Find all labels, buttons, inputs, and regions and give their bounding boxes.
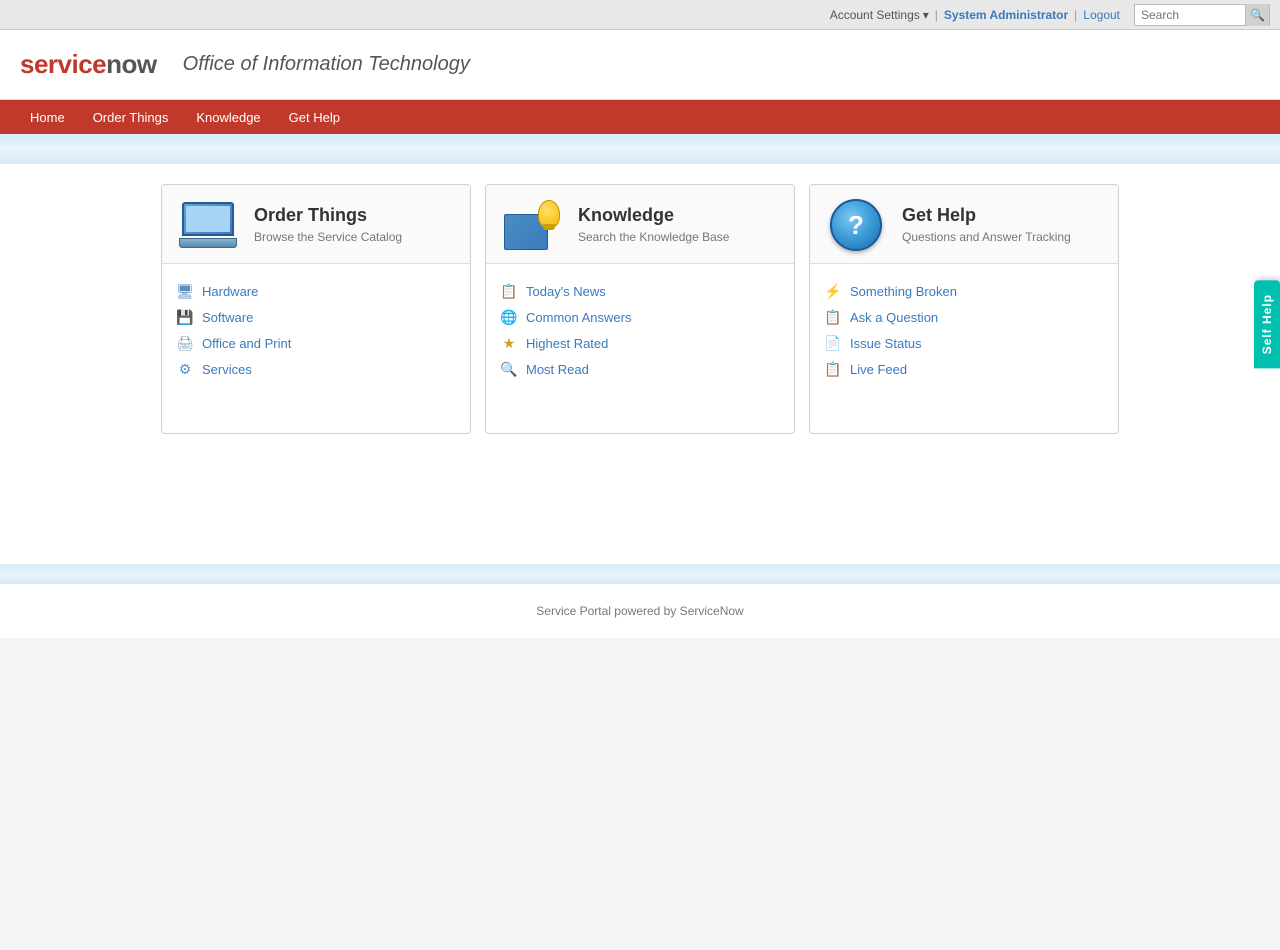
order-things-header: Order Things Browse the Service Catalog (162, 185, 470, 264)
get-help-links: ⚡ Something Broken 📋 Ask a Question 📄 Is… (810, 264, 1118, 396)
ask-icon: 📋 (824, 309, 842, 325)
most-read-label: Most Read (526, 362, 589, 377)
get-help-card: ? Get Help Questions and Answer Tracking… (809, 184, 1119, 434)
top-bar: Account Settings ▾ | System Administrato… (0, 0, 1280, 30)
knowledge-icon (500, 199, 564, 251)
common-answers-label: Common Answers (526, 310, 631, 325)
order-things-card: Order Things Browse the Service Catalog … (161, 184, 471, 434)
nav-item-get-help[interactable]: Get Help (275, 100, 354, 134)
knowledge-subtitle: Search the Knowledge Base (578, 229, 729, 246)
hardware-link[interactable]: 🖥 Hardware (176, 278, 456, 304)
self-help-label: Self Help (1260, 294, 1274, 354)
sys-admin-link[interactable]: System Administrator (944, 8, 1068, 22)
top-banner (0, 134, 1280, 164)
get-help-title: Get Help (902, 205, 1071, 226)
something-broken-label: Something Broken (850, 284, 957, 299)
feed-icon: 📋 (824, 361, 842, 377)
software-label: Software (202, 310, 253, 325)
knowledge-header: Knowledge Search the Knowledge Base (486, 185, 794, 264)
issue-status-label: Issue Status (850, 336, 922, 351)
account-settings[interactable]: Account Settings ▾ (830, 8, 929, 22)
self-help-tab[interactable]: Self Help (1254, 280, 1280, 368)
highest-rated-link[interactable]: ★ Highest Rated (500, 330, 780, 356)
news-icon: 📋 (500, 283, 518, 299)
account-settings-label: Account Settings (830, 8, 920, 22)
footer-text: Service Portal powered by ServiceNow (536, 604, 743, 618)
nav-item-order-things[interactable]: Order Things (79, 100, 183, 134)
separator: | (935, 8, 938, 22)
office-print-label: Office and Print (202, 336, 291, 351)
todays-news-label: Today's News (526, 284, 606, 299)
live-feed-label: Live Feed (850, 362, 907, 377)
main-content: Order Things Browse the Service Catalog … (0, 164, 1280, 564)
search-button[interactable]: 🔍 (1245, 4, 1269, 26)
separator2: | (1074, 8, 1077, 22)
search-wrapper: 🔍 (1134, 4, 1270, 26)
knowledge-title: Knowledge (578, 205, 729, 226)
software-icon: 💾 (176, 309, 194, 325)
todays-news-link[interactable]: 📋 Today's News (500, 278, 780, 304)
laptop-screen-inner (186, 206, 230, 232)
bottom-banner (0, 564, 1280, 584)
hardware-label: Hardware (202, 284, 258, 299)
servicenow-logo: servicenow (20, 49, 157, 80)
magnify-icon: 🔍 (500, 361, 518, 377)
services-label: Services (202, 362, 252, 377)
laptop-keyboard (179, 238, 237, 248)
get-help-icon: ? (824, 199, 888, 251)
logout-link[interactable]: Logout (1083, 8, 1120, 22)
order-things-title: Order Things (254, 205, 402, 226)
order-things-subtitle: Browse the Service Catalog (254, 229, 402, 246)
issue-status-link[interactable]: 📄 Issue Status (824, 330, 1104, 356)
page-header: servicenow Office of Information Technol… (0, 30, 1280, 100)
services-icon: ⚙ (176, 361, 194, 377)
logo-service-text: service (20, 49, 106, 80)
hardware-icon: 🖥 (176, 283, 194, 299)
nav-item-knowledge[interactable]: Knowledge (182, 100, 274, 134)
highest-rated-label: Highest Rated (526, 336, 608, 351)
something-broken-link[interactable]: ⚡ Something Broken (824, 278, 1104, 304)
office-print-link[interactable]: 🖨 Office and Print (176, 330, 456, 356)
knowledge-links: 📋 Today's News 🌐 Common Answers ★ Highes… (486, 264, 794, 396)
nav-bar: Home Order Things Knowledge Get Help (0, 100, 1280, 134)
order-things-icon (176, 199, 240, 251)
logo-now-text: now (106, 49, 157, 80)
globe-icon: 🌐 (500, 309, 518, 325)
account-settings-chevron: ▾ (923, 8, 929, 22)
status-icon: 📄 (824, 335, 842, 351)
page-title: Office of Information Technology (183, 53, 470, 76)
common-answers-link[interactable]: 🌐 Common Answers (500, 304, 780, 330)
get-help-header: ? Get Help Questions and Answer Tracking (810, 185, 1118, 264)
get-help-text: Get Help Questions and Answer Tracking (902, 205, 1071, 246)
services-link[interactable]: ⚙ Services (176, 356, 456, 382)
order-things-text: Order Things Browse the Service Catalog (254, 205, 402, 246)
most-read-link[interactable]: 🔍 Most Read (500, 356, 780, 382)
book-bulb-icon (504, 200, 560, 250)
question-mark-icon: ? (830, 199, 882, 251)
cards-container: Order Things Browse the Service Catalog … (130, 184, 1150, 434)
broken-icon: ⚡ (824, 283, 842, 299)
print-icon: 🖨 (176, 335, 194, 351)
knowledge-card: Knowledge Search the Knowledge Base 📋 To… (485, 184, 795, 434)
get-help-subtitle: Questions and Answer Tracking (902, 229, 1071, 246)
search-input[interactable] (1135, 6, 1245, 24)
laptop-screen (182, 202, 234, 236)
software-link[interactable]: 💾 Software (176, 304, 456, 330)
ask-question-link[interactable]: 📋 Ask a Question (824, 304, 1104, 330)
laptop-icon (179, 202, 237, 248)
star-icon: ★ (500, 335, 518, 351)
live-feed-link[interactable]: 📋 Live Feed (824, 356, 1104, 382)
ask-question-label: Ask a Question (850, 310, 938, 325)
bulb-base-icon (543, 224, 555, 230)
page-footer: Service Portal powered by ServiceNow (0, 584, 1280, 638)
knowledge-text: Knowledge Search the Knowledge Base (578, 205, 729, 246)
nav-item-home[interactable]: Home (16, 100, 79, 134)
order-things-links: 🖥 Hardware 💾 Software 🖨 Office and Print… (162, 264, 470, 396)
